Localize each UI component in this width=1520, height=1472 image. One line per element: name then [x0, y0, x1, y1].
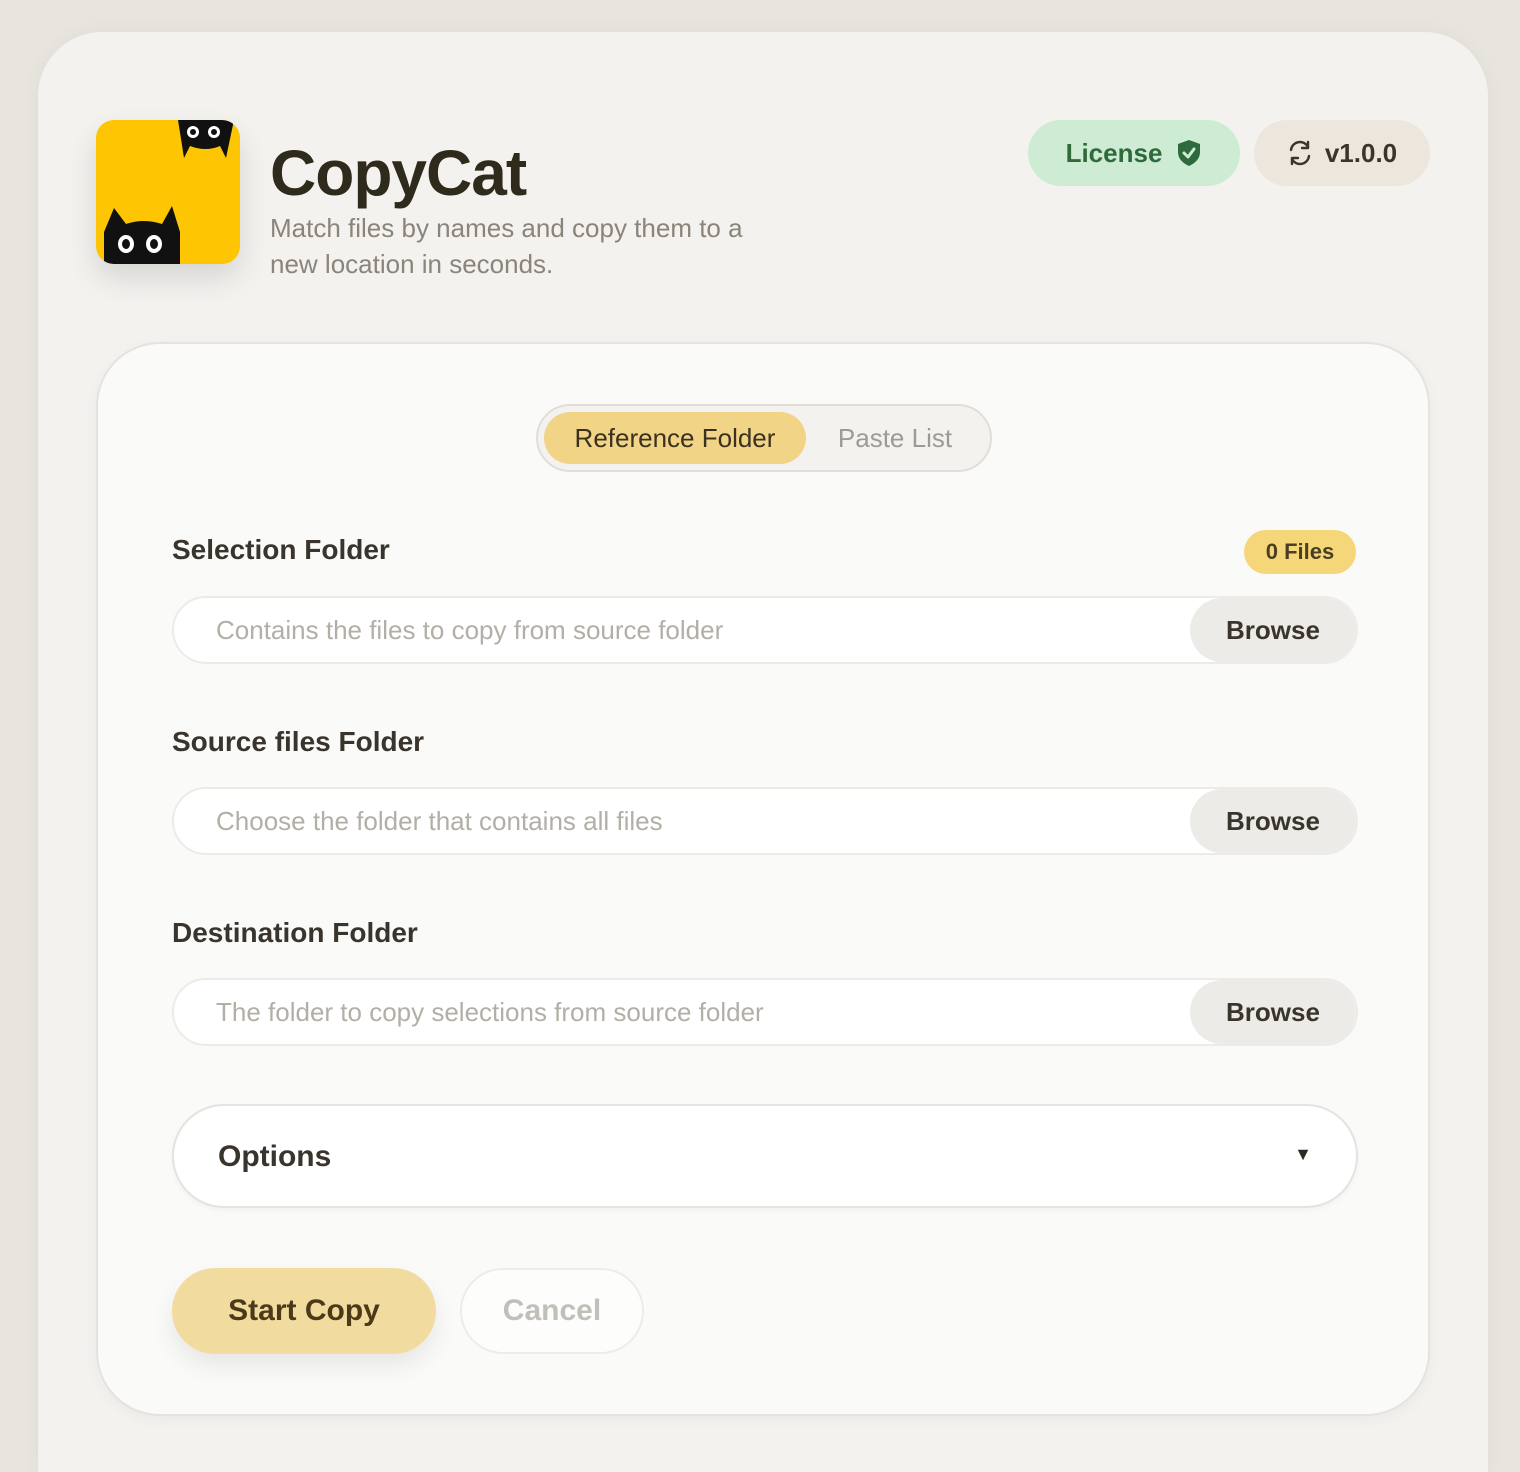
shield-check-icon	[1178, 140, 1201, 166]
selection-browse-button[interactable]: Browse	[1190, 598, 1356, 662]
tab-reference-folder[interactable]: Reference Folder	[544, 412, 806, 464]
source-browse-button[interactable]: Browse	[1190, 789, 1356, 853]
selection-folder-label: Selection Folder	[172, 534, 390, 565]
app-window: CopyCat Match files by names and copy th…	[38, 32, 1488, 1472]
main-card: Reference Folder Paste List Selection Fo…	[96, 342, 1430, 1416]
cancel-button[interactable]: Cancel	[460, 1268, 644, 1354]
cat-logo-icon	[104, 120, 234, 264]
source-folder-field: Browse	[172, 787, 1358, 855]
selection-folder-field: Browse	[172, 596, 1358, 664]
source-folder-input[interactable]	[174, 789, 1194, 853]
tab-paste-list[interactable]: Paste List	[806, 412, 984, 464]
file-count-badge: 0 Files	[1244, 530, 1356, 574]
start-copy-button[interactable]: Start Copy	[172, 1268, 436, 1354]
options-label: Options	[218, 1140, 332, 1173]
destination-folder-input[interactable]	[174, 980, 1194, 1044]
license-button[interactable]: License	[1028, 120, 1240, 186]
options-dropdown[interactable]: Options ▼	[172, 1104, 1358, 1208]
app-title: CopyCat	[270, 137, 527, 209]
source-folder-label: Source files Folder	[172, 726, 425, 757]
destination-browse-button[interactable]: Browse	[1190, 980, 1356, 1044]
version-button[interactable]: v1.0.0	[1254, 120, 1430, 186]
mode-tabs: Reference Folder Paste List	[536, 404, 992, 472]
license-label: License	[1065, 137, 1163, 168]
caret-down-icon: ▼	[1294, 1144, 1312, 1164]
version-label: v1.0.0	[1324, 137, 1398, 168]
app-logo	[96, 120, 240, 264]
refresh-icon	[1289, 140, 1311, 166]
app-subtitle: Match files by names and copy them to a …	[270, 213, 743, 279]
selection-folder-input[interactable]	[174, 598, 1194, 662]
destination-folder-field: Browse	[172, 978, 1358, 1046]
destination-folder-label: Destination Folder	[172, 917, 418, 948]
